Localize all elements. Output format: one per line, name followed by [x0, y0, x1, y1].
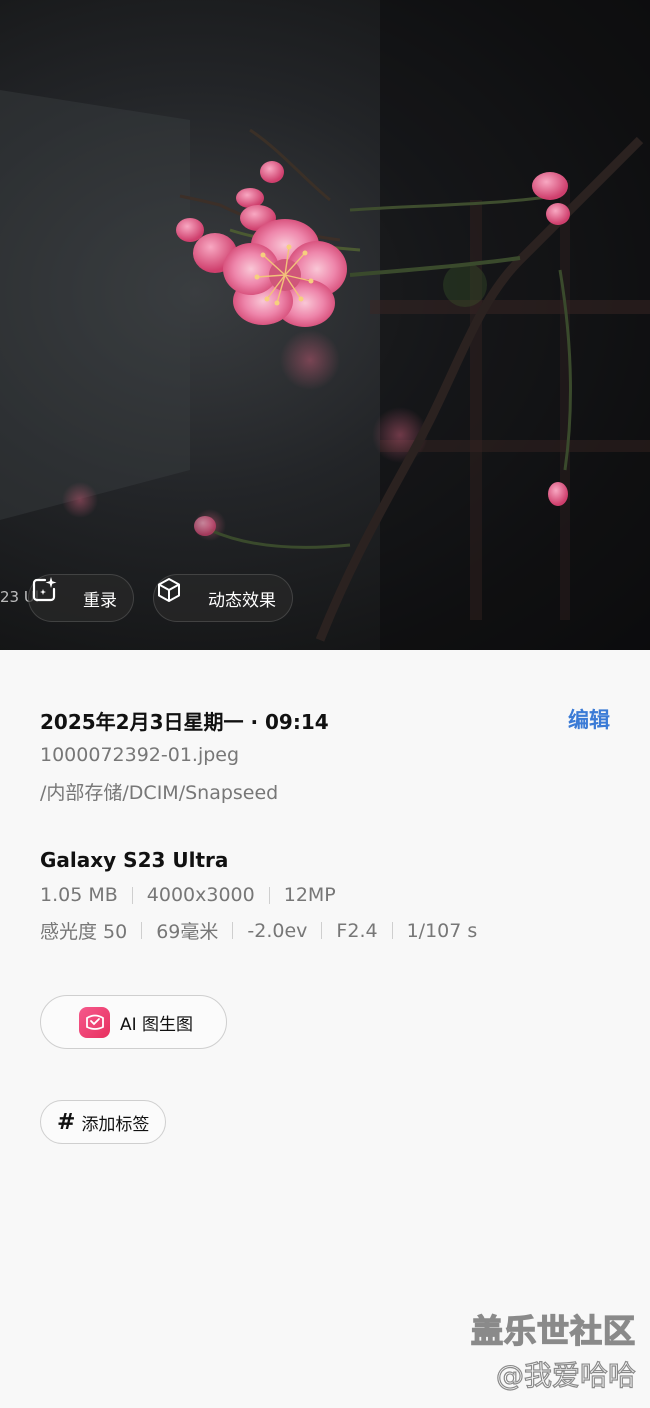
divider	[131, 886, 133, 904]
file-specs-row: 1.05 MB 4000x3000 12MP	[40, 884, 336, 906]
add-tag-button[interactable]: # 添加标签	[40, 1100, 166, 1144]
watermark-community: 盖乐世社区	[470, 1311, 636, 1351]
resolution: 4000x3000	[146, 884, 255, 906]
sparkle-frame-icon	[32, 577, 75, 613]
add-tag-label: 添加标签	[81, 1114, 150, 1135]
hashtag-icon: #	[57, 1109, 76, 1135]
photo-preview[interactable]: 23 Ul 重录 动态效果	[0, 0, 650, 650]
edit-button[interactable]: 编辑	[568, 704, 610, 734]
photo-details-panel: 2025年2月3日星期一 · 09:14 编辑 1000072392-01.jp…	[0, 650, 650, 1408]
plum-blossom-image	[0, 0, 650, 650]
megapixels: 12MP	[283, 884, 336, 906]
photo-date: 2025年2月3日星期一 · 09:14	[40, 710, 329, 734]
file-size: 1.05 MB	[40, 884, 118, 906]
ai-image-generate-button[interactable]: AI 图生图	[40, 995, 227, 1049]
camera-specs-row: 感光度 50 69毫米 -2.0ev F2.4 1/107 s	[40, 917, 477, 944]
rerecord-label: 重录	[83, 590, 117, 611]
aperture: F2.4	[336, 919, 378, 942]
motion-effect-button[interactable]: 动态效果	[153, 574, 293, 622]
motion-effect-label: 动态效果	[208, 590, 276, 611]
motion-cube-icon	[158, 578, 200, 613]
iso-value: 感光度 50	[40, 921, 128, 943]
divider	[141, 922, 143, 939]
watermark-author: @我爱哈哈	[495, 1358, 636, 1392]
file-path: /内部存储/DCIM/Snapseed	[40, 782, 279, 804]
divider	[232, 922, 234, 939]
divider	[321, 922, 323, 939]
shutter-speed: 1/107 s	[406, 919, 478, 942]
ai-app-icon	[79, 1006, 110, 1038]
device-name: Galaxy S23 Ultra	[40, 848, 229, 872]
divider	[268, 886, 270, 904]
focal-length: 69毫米	[156, 921, 219, 943]
rerecord-button[interactable]: 重录	[28, 574, 134, 622]
file-name: 1000072392-01.jpeg	[40, 744, 240, 766]
exposure-bias: -2.0ev	[247, 919, 308, 942]
ai-image-generate-label: AI 图生图	[120, 1014, 194, 1035]
divider	[391, 922, 393, 939]
